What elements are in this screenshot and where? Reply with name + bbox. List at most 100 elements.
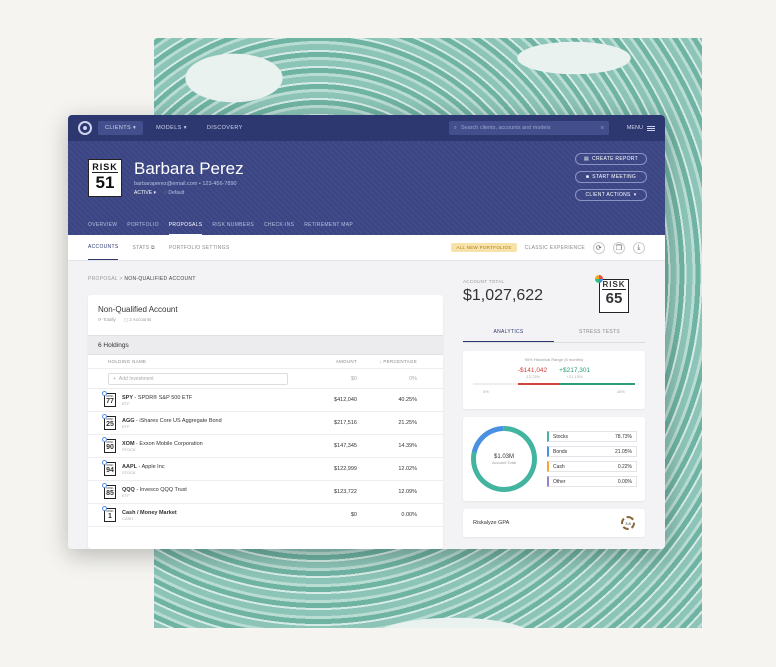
refresh-icon[interactable]: ⟳ <box>593 241 605 254</box>
holding-name: - Invesco QQQ Trust <box>134 486 187 493</box>
app-window: CLIENTS ▾ MODELS ▾ DISCOVERY ⌕ Search cl… <box>68 115 665 549</box>
account-count: ▢ 2 Accounts <box>123 317 152 322</box>
holding-amount: $147,345 <box>334 443 357 449</box>
menu-button[interactable]: MENU <box>627 125 655 131</box>
table-row[interactable]: RISK 94 AAPL - Apple Inc STOCK $122,999 12… <box>88 458 443 481</box>
holding-risk-badge: RISK 77 <box>102 391 116 407</box>
color-wheel-icon <box>595 275 603 283</box>
tab-overview[interactable]: OVERVIEW <box>88 216 117 235</box>
new-portfolios-badge[interactable]: ALL NEW PORTFOLIOS <box>451 243 517 252</box>
table-header: HOLDING NAME AMOUNT ↓ PERCENTAGE <box>88 355 443 369</box>
holding-ticker: QQQ <box>122 486 135 493</box>
nav-discovery[interactable]: DISCOVERY <box>200 121 250 135</box>
breadcrumb: PROPOSAL > NON-QUALIFIED ACCOUNT <box>88 276 196 282</box>
chevron-down-icon: ▾ <box>633 192 637 198</box>
holding-name: - Exxon Mobile Corporation <box>134 440 203 447</box>
tab-proposals[interactable]: PROPOSALS <box>168 216 203 235</box>
tab-portfolio-settings[interactable]: PORTFOLIO SETTINGS <box>169 245 230 251</box>
table-row[interactable]: RISK 25 AGG - iShares Core US Aggregate B… <box>88 412 443 435</box>
holding-amount: $123,722 <box>334 489 357 495</box>
tab-analytics[interactable]: ANALYTICS <box>463 323 554 342</box>
gpa-card: Riskalyze GPA 3.8 <box>463 509 645 537</box>
risk-number-badge: RISK 51 <box>88 159 122 197</box>
col-amount: AMOUNT <box>335 359 357 364</box>
holding-risk-badge: RISK 94 <box>102 460 116 476</box>
holding-type: ETF <box>122 400 130 406</box>
holding-name: - iShares Core US Aggregate Bond <box>134 417 222 424</box>
col-percentage[interactable]: ↓ PERCENTAGE <box>357 359 417 364</box>
holding-type: CASH <box>122 515 134 521</box>
breadcrumb-proposal[interactable]: PROPOSAL <box>88 276 118 282</box>
download-icon[interactable]: ⤓ <box>633 241 645 254</box>
holding-ticker: Cash / Money Market <box>122 509 177 516</box>
start-meeting-button[interactable]: ■ START MEETING <box>575 171 647 183</box>
video-icon: ■ <box>585 174 590 180</box>
holding-percentage: 21.25% <box>398 420 417 426</box>
range-loss: -$141,042 <box>517 367 548 374</box>
report-icon: ▤ <box>584 156 590 162</box>
col-holding-name: HOLDING NAME <box>108 359 147 364</box>
account-title: Non-Qualified Account <box>98 305 178 314</box>
search-icon: ⌕ <box>453 124 457 131</box>
holding-amount: $0 <box>350 512 357 518</box>
holding-percentage: 40.25% <box>398 397 417 403</box>
holding-name: - Apple Inc <box>136 463 165 470</box>
client-name: Barbara Perez <box>134 159 244 178</box>
client-header: RISK 51 Barbara Perez barbaraperez@email… <box>68 141 665 235</box>
nav-models[interactable]: MODELS ▾ <box>149 121 194 135</box>
add-amount: $0 <box>350 375 357 382</box>
hamburger-icon <box>647 125 655 131</box>
holding-amount: $217,516 <box>334 420 357 426</box>
range-bar <box>473 383 635 385</box>
historical-range-card: 95% Historical Range (6 months) -$141,04… <box>463 351 645 409</box>
holding-ticker: AAPL <box>122 463 137 470</box>
holding-percentage: 12.09% <box>398 489 417 495</box>
nav-clients[interactable]: CLIENTS ▾ <box>98 121 144 135</box>
top-nav: CLIENTS ▾ MODELS ▾ DISCOVERY ⌕ Search cl… <box>68 115 665 141</box>
table-row[interactable]: RISK 1 Cash / Money Market CASH $0 0.00% <box>88 504 443 527</box>
add-investment-row: + Add Investment $0 0% <box>88 369 443 389</box>
allocation-legend-item: Bonds 21.05% <box>547 446 637 457</box>
holding-percentage: 14.39% <box>398 443 417 449</box>
tab-portfolio[interactable]: PORTFOLIO <box>127 216 159 235</box>
add-investment-input[interactable]: + Add Investment <box>108 372 288 385</box>
status-icon <box>102 414 107 419</box>
holding-type: STOCK <box>122 469 136 475</box>
holding-name: - SPDR® S&P 500 ETF <box>133 394 193 401</box>
allocation-legend-item: Stocks 78.73% <box>547 431 637 442</box>
allocation-legend-item: Other 0.00% <box>547 476 637 487</box>
holding-type: ETF <box>122 423 130 429</box>
plus-icon: + <box>113 375 116 382</box>
client-status[interactable]: ACTIVE ▾ ◌ Default <box>134 190 184 196</box>
table-row[interactable]: RISK 90 XOM - Exxon Mobile Corporation STO… <box>88 435 443 458</box>
table-row[interactable]: RISK 77 SPY - SPDR® S&P 500 ETF ETF $412,0… <box>88 389 443 412</box>
allocation-donut: $1.03M Account Total <box>471 426 537 492</box>
holding-amount: $122,999 <box>334 466 357 472</box>
holding-risk-badge: RISK 85 <box>102 483 116 499</box>
holdings-header: 6 Holdings <box>88 335 443 355</box>
status-icon <box>102 391 107 396</box>
tab-retirement-map[interactable]: RETIREMENT MAP <box>304 216 353 235</box>
holding-risk-badge: RISK 90 <box>102 437 116 453</box>
holding-amount: $412,040 <box>334 397 357 403</box>
tab-risk-numbers[interactable]: RISK NUMBERS <box>212 216 254 235</box>
range-gain: +$217,301 <box>559 367 591 374</box>
tab-stress-tests[interactable]: STRESS TESTS <box>554 323 645 342</box>
tab-stats[interactable]: STATS ⧉ <box>132 245 154 251</box>
logo-icon[interactable] <box>78 121 92 135</box>
create-report-button[interactable]: ▤ CREATE REPORT <box>575 153 647 165</box>
copy-icon[interactable]: ❐ <box>613 241 625 254</box>
client-actions-button[interactable]: CLIENT ACTIONS ▾ <box>575 189 647 201</box>
filter-icon[interactable]: ≡ <box>601 125 604 131</box>
account-type: ⟳ Totally <box>98 317 116 322</box>
account-risk-badge: RISK 65 <box>595 275 629 313</box>
search-input[interactable]: ⌕ Search clients, accounts and models ≡ <box>448 121 609 135</box>
tab-check-ins[interactable]: CHECK-INS <box>264 216 294 235</box>
status-icon <box>102 506 107 511</box>
client-contact: barbaraperez@email.com • 123-456-7890 <box>134 181 237 187</box>
holding-percentage: 0.00% <box>401 512 417 518</box>
status-icon <box>102 483 107 488</box>
table-row[interactable]: RISK 85 QQQ - Invesco QQQ Trust ETF $123,7… <box>88 481 443 504</box>
tab-accounts[interactable]: ACCOUNTS <box>88 235 119 260</box>
classic-experience-link[interactable]: CLASSIC EXPERIENCE <box>525 245 585 251</box>
